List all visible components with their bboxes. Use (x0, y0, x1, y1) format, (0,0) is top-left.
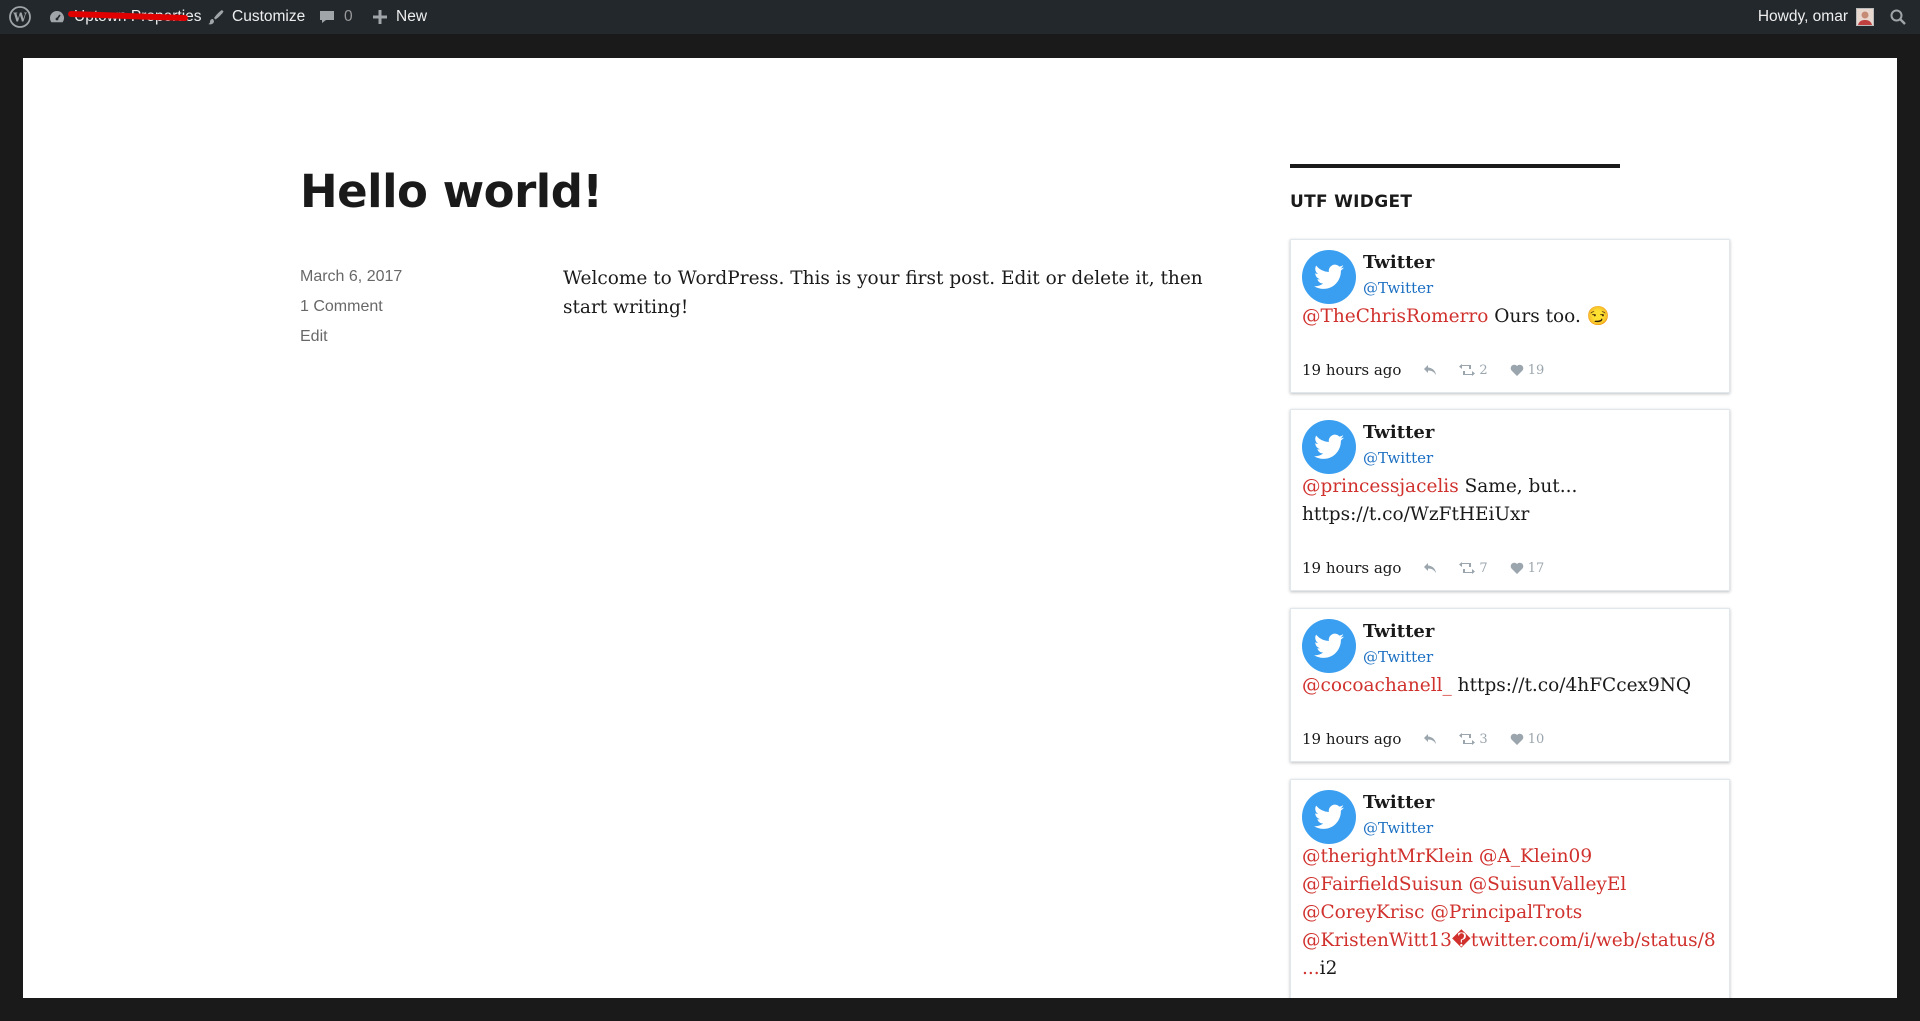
edit-post-link[interactable]: Edit (300, 328, 328, 345)
plus-icon (373, 10, 387, 24)
admin-bar: W Uptown Properties Customize 0 New Howd… (0, 0, 1920, 34)
dashboard-icon (50, 11, 64, 23)
like-button[interactable]: 10 (1510, 731, 1545, 747)
twitter-avatar[interactable] (1302, 619, 1356, 673)
howdy-text: Howdy, omar (1757, 8, 1848, 25)
tweet-mention[interactable]: @TheChrisRomerro (1302, 306, 1488, 327)
heart-icon (1510, 562, 1524, 574)
tweet-body: Ours too. 😏 (1488, 306, 1610, 327)
like-count: 17 (1527, 560, 1545, 576)
tweet-body: i2 (1319, 958, 1338, 979)
tweet-text: @therightMrKlein @A_Klein09 @FairfieldSu… (1302, 843, 1721, 983)
heart-icon (1510, 364, 1524, 376)
retweet-button[interactable]: 7 (1459, 560, 1488, 576)
retweet-icon (1459, 364, 1476, 376)
retweet-count: 3 (1479, 731, 1488, 747)
tweet-author-handle[interactable]: @Twitter (1363, 648, 1433, 666)
tweet-mention[interactable]: @cocoachanell_ (1302, 675, 1452, 696)
retweet-button[interactable]: 2 (1459, 362, 1488, 378)
like-button[interactable]: 17 (1510, 560, 1545, 576)
site-name-link[interactable]: Uptown Properties (48, 0, 202, 34)
post-title[interactable]: Hello world! (300, 165, 603, 218)
tweet-time[interactable]: 19 hours ago (1302, 559, 1401, 577)
tweet-text: @cocoachanell_ https://t.co/4hFCcex9NQ (1302, 672, 1721, 700)
tweet-time[interactable]: 19 hours ago (1302, 361, 1401, 379)
twitter-avatar[interactable] (1302, 790, 1356, 844)
post-date-link[interactable]: March 6, 2017 (300, 268, 402, 285)
widget-title: UTF WIDGET (1290, 192, 1413, 212)
twitter-bird-icon (1314, 434, 1344, 459)
tweet-card: Twitter @Twitter @TheChrisRomerro Ours t… (1290, 239, 1730, 393)
tweet-mention[interactable]: @princessjacelis (1302, 476, 1459, 497)
search-icon[interactable] (1886, 0, 1910, 34)
comments-link[interactable]: 0 (318, 0, 353, 34)
reply-icon[interactable] (1423, 733, 1437, 745)
tweet-author-name[interactable]: Twitter (1363, 792, 1434, 813)
twitter-bird-icon (1314, 633, 1344, 658)
post-body: Welcome to WordPress. This is your first… (563, 268, 1203, 318)
tweet-card: Twitter @Twitter @cocoachanell_ https://… (1290, 608, 1730, 762)
retweet-icon (1459, 733, 1476, 745)
tweet-footer: 19 hours ago 7 17 (1302, 559, 1544, 577)
tweet-author-name[interactable]: Twitter (1363, 621, 1434, 642)
tweet-author-name[interactable]: Twitter (1363, 252, 1434, 273)
comments-count: 0 (344, 8, 353, 25)
tweet-text: @TheChrisRomerro Ours too. 😏 (1302, 303, 1721, 331)
my-account-link[interactable]: Howdy, omar (1758, 0, 1874, 34)
page-content: Hello world! March 6, 2017 1 Comment Edi… (23, 58, 1897, 998)
widget-divider (1290, 164, 1620, 168)
twitter-avatar[interactable] (1302, 420, 1356, 474)
svg-text:W: W (12, 11, 27, 25)
twitter-bird-icon (1314, 804, 1344, 829)
tweet-body: https://t.co/4hFCcex9NQ (1451, 675, 1692, 696)
tweet-card: Twitter @Twitter @therightMrKlein @A_Kle… (1290, 779, 1730, 998)
tweet-time[interactable]: 19 hours ago (1302, 730, 1401, 748)
tweet-author-handle[interactable]: @Twitter (1363, 449, 1433, 467)
tweet-mention[interactable]: @therightMrKlein @A_Klein09 @FairfieldSu… (1302, 846, 1716, 979)
tweet-text: @princessjacelis Same, but... https://t.… (1302, 473, 1721, 529)
tweet-footer: 19 hours ago 2 19 (1302, 361, 1544, 379)
comments-count-link[interactable]: 1 Comment (300, 298, 383, 315)
reply-icon[interactable] (1423, 364, 1437, 376)
customize-label: Customize (232, 8, 306, 25)
tweet-card: Twitter @Twitter @princessjacelis Same, … (1290, 409, 1730, 591)
comment-bubble-icon (320, 11, 334, 23)
tweet-author-handle[interactable]: @Twitter (1363, 819, 1433, 837)
retweet-count: 7 (1479, 560, 1488, 576)
tweet-author-name[interactable]: Twitter (1363, 422, 1434, 443)
customize-link[interactable]: Customize (206, 0, 305, 34)
tweet-footer: 19 hours ago 3 10 (1302, 730, 1544, 748)
new-label: New (396, 8, 428, 25)
twitter-bird-icon (1314, 264, 1344, 289)
like-button[interactable]: 19 (1510, 362, 1545, 378)
tweet-author-handle[interactable]: @Twitter (1363, 279, 1433, 297)
reply-icon[interactable] (1423, 562, 1437, 574)
retweet-button[interactable]: 3 (1459, 731, 1488, 747)
user-avatar (1856, 8, 1874, 26)
like-count: 10 (1527, 731, 1545, 747)
heart-icon (1510, 733, 1524, 745)
twitter-avatar[interactable] (1302, 250, 1356, 304)
new-content-link[interactable]: New (372, 0, 427, 34)
wordpress-logo-icon[interactable]: W (6, 0, 34, 34)
retweet-count: 2 (1479, 362, 1488, 378)
paintbrush-icon (208, 10, 224, 25)
retweet-icon (1459, 562, 1476, 574)
post-meta: March 6, 2017 1 Comment Edit (300, 268, 402, 358)
like-count: 19 (1527, 362, 1545, 378)
